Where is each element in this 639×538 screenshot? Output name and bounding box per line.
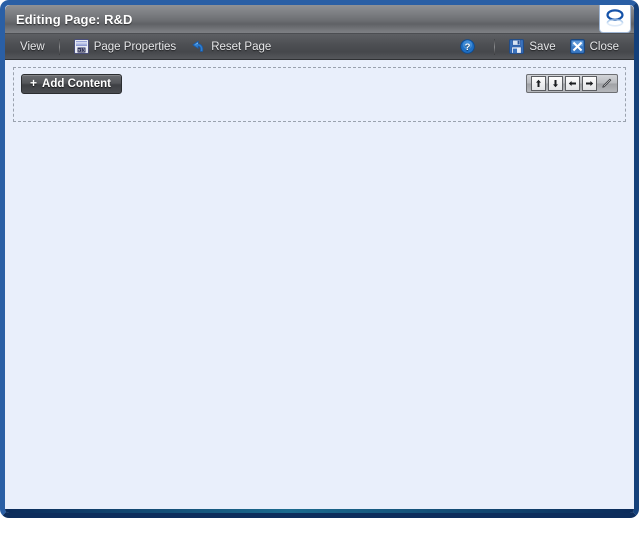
svg-text:x13: x13 — [78, 48, 85, 53]
app-root: Editing Page: R&D View x13 Page Properti… — [0, 0, 639, 538]
plus-icon: + — [30, 76, 38, 90]
page-title: Editing Page: R&D — [16, 11, 133, 27]
toolbar-item-close[interactable]: Close — [563, 37, 626, 56]
toolbar-item-page-properties[interactable]: x13 Page Properties — [67, 37, 183, 56]
toolbar-right-group: ? Save Close — [453, 37, 626, 56]
save-icon — [509, 39, 525, 54]
edit-button[interactable] — [599, 77, 613, 90]
add-content-button[interactable]: + Add Content — [21, 74, 122, 94]
toolbar-item-reset-page[interactable]: Reset Page — [183, 37, 278, 56]
svg-text:?: ? — [465, 42, 471, 53]
close-label: Close — [589, 40, 619, 53]
page-properties-label: Page Properties — [93, 40, 177, 53]
toolbar-item-help[interactable]: ? — [453, 37, 487, 56]
help-icon: ? — [460, 39, 476, 54]
view-label: View — [20, 40, 45, 53]
arrow-up-icon — [534, 79, 543, 88]
oval-logo-glyph — [606, 9, 624, 28]
editor-toolbar: View x13 Page Properties Reset Page ? Sa… — [5, 34, 634, 60]
toolbar-separator — [58, 38, 60, 55]
toolbar-left-group: View x13 Page Properties Reset Page — [13, 37, 278, 56]
page-canvas[interactable] — [5, 125, 634, 513]
reset-page-label: Reset Page — [211, 40, 272, 53]
toolbar-item-save[interactable]: Save — [502, 37, 562, 56]
move-left-button[interactable] — [565, 76, 580, 91]
content-region[interactable]: + Add Content — [13, 67, 626, 122]
toolbar-item-view[interactable]: View — [13, 39, 52, 55]
region-bar: + Add Content — [14, 68, 625, 121]
arrow-down-icon — [551, 79, 560, 88]
arrow-right-icon — [585, 79, 594, 88]
editor-window: Editing Page: R&D View x13 Page Properti… — [0, 0, 639, 518]
toolbar-separator-right — [494, 38, 496, 55]
move-right-button[interactable] — [582, 76, 597, 91]
move-up-button[interactable] — [531, 76, 546, 91]
reset-page-icon — [190, 39, 206, 54]
oval-logo-icon — [599, 5, 631, 33]
region-toolbar — [526, 74, 618, 93]
window-inner: Editing Page: R&D View x13 Page Properti… — [5, 5, 634, 513]
arrow-left-icon — [568, 79, 577, 88]
page-properties-icon: x13 — [73, 39, 89, 54]
close-icon — [569, 39, 585, 54]
add-content-label: Add Content — [42, 78, 111, 90]
pencil-icon — [600, 78, 612, 90]
save-label: Save — [529, 40, 556, 53]
title-bar: Editing Page: R&D — [5, 5, 634, 34]
move-down-button[interactable] — [548, 76, 563, 91]
